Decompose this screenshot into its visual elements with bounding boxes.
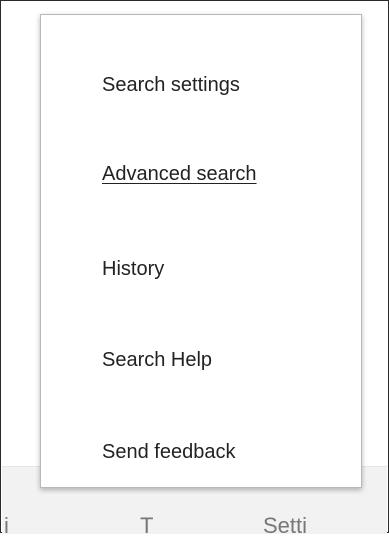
footer-item-settings-partial[interactable]: Setti xyxy=(263,515,307,537)
footer-item-partial-1[interactable]: i xyxy=(4,515,9,537)
menu-item-search-settings[interactable]: Search settings xyxy=(102,73,240,97)
settings-dropdown-menu: Search settings Advanced search History … xyxy=(40,14,362,488)
menu-item-advanced-search[interactable]: Advanced search xyxy=(102,162,257,186)
menu-item-send-feedback[interactable]: Send feedback xyxy=(102,440,235,464)
menu-item-history[interactable]: History xyxy=(102,257,164,281)
screenshot-frame: i T Setti Search settings Advanced searc… xyxy=(0,0,389,537)
menu-item-search-help[interactable]: Search Help xyxy=(102,348,212,372)
footer-item-partial-2[interactable]: T xyxy=(140,515,153,537)
